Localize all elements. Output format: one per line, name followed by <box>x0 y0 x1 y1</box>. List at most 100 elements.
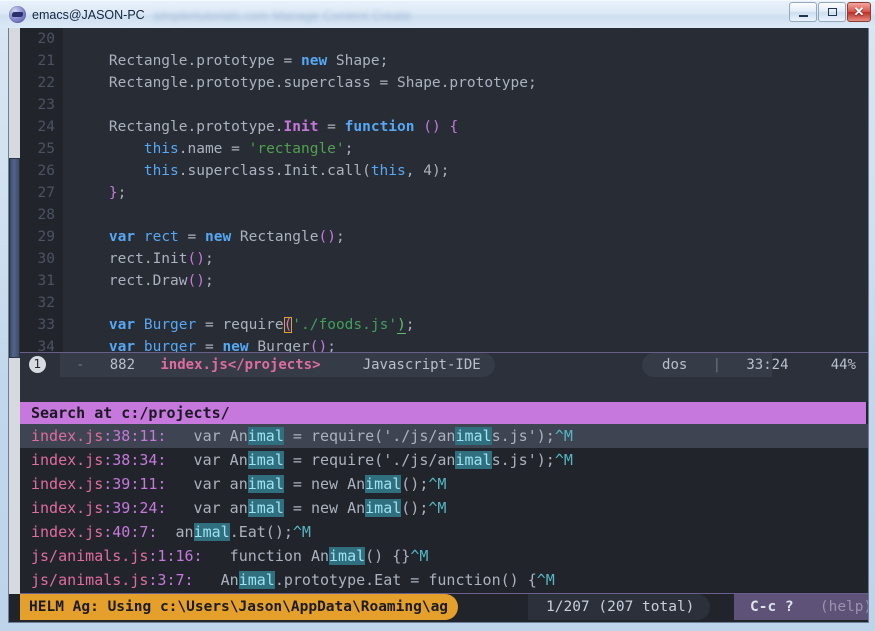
code-token: Rectangle.prototype. <box>108 119 284 135</box>
code-token: rect <box>143 229 179 245</box>
line-number: 28 <box>20 204 63 226</box>
candidate-text: (); <box>401 475 429 493</box>
candidate-control-char: ^M <box>428 499 447 517</box>
helm-candidate[interactable]: index.js:39:11: var animal = new Animal(… <box>20 472 868 496</box>
helm-help-label: (help) <box>819 599 868 615</box>
code-token: Burger <box>248 339 310 353</box>
helm-candidate[interactable]: js/animals.js:3:7: Animal.prototype.Eat … <box>20 568 868 592</box>
code-token: Burger <box>143 317 197 333</box>
code-lines: 20 21 Rectangle.prototype = new Shape; 22 … <box>20 28 868 353</box>
code-line: 21 Rectangle.prototype = new Shape; <box>20 50 868 72</box>
line-number: 22 <box>20 72 63 94</box>
code-token: ; <box>344 141 354 157</box>
code-line: 28 <box>20 204 868 226</box>
line-number: 20 <box>20 28 63 50</box>
candidate-location: :38:34: <box>103 451 167 469</box>
candidate-text: var an <box>166 499 248 517</box>
helm-source-header: Search at c:/projects/ <box>20 402 866 424</box>
code-token: ; <box>405 317 415 333</box>
line-number: 32 <box>20 292 63 314</box>
code-token: ; <box>327 339 336 353</box>
code-text: }; <box>63 182 126 204</box>
code-text: rect.Draw(); <box>63 270 214 292</box>
scrollbar-thumb[interactable] <box>9 158 20 358</box>
code-token: this <box>370 163 406 179</box>
candidate-file: js/animals.js <box>31 547 149 565</box>
code-token: { <box>449 119 459 135</box>
code-line: 24 Rectangle.prototype.Init = function (… <box>20 116 868 138</box>
application-window: emacs@JASON-PC simplertutorials.com Mana… <box>0 0 875 631</box>
candidate-control-char: ^M <box>292 523 311 541</box>
code-buffer[interactable]: 20 21 Rectangle.prototype = new Shape; 22 … <box>20 28 868 353</box>
code-token: function <box>344 119 415 135</box>
candidate-control-char: ^M <box>554 451 573 469</box>
code-token: } <box>108 185 118 201</box>
line-number: 24 <box>20 116 63 138</box>
helm-pattern-input[interactable]: ->imal <box>20 377 868 423</box>
candidate-text: var An <box>166 427 248 445</box>
code-token: Shape; <box>327 53 389 69</box>
candidate-text: () {} <box>365 547 411 565</box>
code-token: var <box>108 229 136 245</box>
candidate-text: = require('./js/an <box>283 427 456 445</box>
minimize-button[interactable] <box>789 2 817 22</box>
window-title: emacs@JASON-PC <box>32 8 145 22</box>
helm-candidate[interactable]: index.js:40:7: animal.Eat();^M <box>20 520 868 544</box>
vertical-scrollbar[interactable] <box>9 28 20 594</box>
candidate-file: index.js <box>31 499 104 517</box>
candidate-text: = new An <box>283 499 366 517</box>
close-button[interactable]: ✕ <box>847 2 871 22</box>
code-text: var rect = new Rectangle(); <box>63 226 345 248</box>
line-number: 30 <box>20 248 63 270</box>
helm-help-key: C-c ? <box>750 599 794 615</box>
candidate-match: imal <box>329 547 366 565</box>
code-token: new <box>204 229 232 245</box>
line-number: 23 <box>20 94 63 116</box>
code-token: = <box>178 229 205 245</box>
line-number: 26 <box>20 160 63 182</box>
code-line: 34 var burger = new Burger(); <box>20 336 868 353</box>
helm-help-hint[interactable]: C-c ? (help) <box>734 594 868 620</box>
code-token: = <box>196 339 223 353</box>
maximize-button[interactable] <box>818 2 846 22</box>
code-token: () <box>187 273 205 289</box>
window-number-badge: 1 <box>29 356 46 373</box>
candidate-file: index.js <box>31 451 104 469</box>
helm-source-info: HELM Ag: Using c:\Users\Jason\AppData\Ro… <box>20 594 459 620</box>
helm-candidate-list[interactable]: index.js:38:11: var Animal = require('./… <box>20 424 868 594</box>
candidate-file: index.js <box>31 475 104 493</box>
code-token: ; <box>335 229 345 245</box>
code-line: 30 rect.Init(); <box>20 248 868 270</box>
code-token: ; <box>204 273 214 289</box>
code-line: 25 this.name = 'rectangle'; <box>20 138 868 160</box>
code-token: this <box>143 141 179 157</box>
candidate-file: js/animals.js <box>31 571 149 589</box>
code-token: Init <box>283 119 319 135</box>
candidate-text: s.js'); <box>491 451 555 469</box>
code-line: 22 Rectangle.prototype.superclass = Shap… <box>20 72 868 94</box>
candidate-text: var An <box>166 451 248 469</box>
code-text: this.superclass.Init.call(this, 4); <box>63 160 450 182</box>
code-token: rect.Draw <box>108 273 188 289</box>
helm-candidate[interactable]: index.js:38:34: var Animal = require('./… <box>20 448 868 472</box>
helm-candidate[interactable]: index.js:39:24: var animal = new Animal(… <box>20 496 868 520</box>
candidate-match: imal <box>455 427 492 445</box>
code-token: './foods.js' <box>292 317 398 333</box>
helm-candidate-count: 1/207 (207 total) <box>528 594 711 620</box>
code-line: 29 var rect = new Rectangle(); <box>20 226 868 248</box>
helm-candidate-selected[interactable]: index.js:38:11: var Animal = require('./… <box>20 424 868 448</box>
candidate-location: :39:24: <box>103 499 167 517</box>
title-bar[interactable]: emacs@JASON-PC simplertutorials.com Mana… <box>0 0 875 28</box>
mode-line-buffer-segment: - 882 index.js</projects> Javascript-IDE <box>60 353 495 377</box>
helm-candidate[interactable]: js/animals.js:1:16: function Animal() {}… <box>20 544 868 568</box>
candidate-location: :1:16: <box>148 547 203 565</box>
code-token: () <box>309 339 328 353</box>
code-token: .name = <box>178 141 249 157</box>
